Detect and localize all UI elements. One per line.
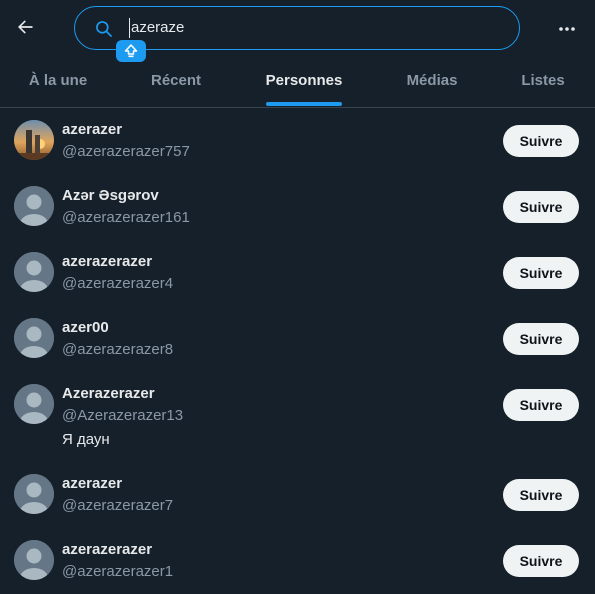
tab-lists[interactable]: Listes <box>506 56 580 108</box>
avatar[interactable] <box>14 540 54 580</box>
user-name: azerazerazer <box>62 541 153 558</box>
default-avatar-icon <box>14 318 54 358</box>
user-cell[interactable]: azerazer @azerazerazer757 Suivre <box>0 108 595 174</box>
text-caret <box>129 18 130 38</box>
user-name: azerazer <box>62 121 123 138</box>
avatar[interactable] <box>14 318 54 358</box>
user-cell[interactable]: azerazer @azerazerazer7 Suivre <box>0 462 595 528</box>
more-horizontal-icon <box>559 27 575 31</box>
arrow-left-icon <box>18 20 33 34</box>
follow-button[interactable]: Suivre <box>503 545 579 577</box>
avatar[interactable] <box>14 384 54 424</box>
follow-button[interactable]: Suivre <box>503 191 579 223</box>
follow-button[interactable]: Suivre <box>503 323 579 355</box>
search-header: azeraze À la une Récent Personnes Médias… <box>0 0 595 108</box>
default-avatar-icon <box>14 540 54 580</box>
user-name: azerazerazer <box>62 253 153 270</box>
active-tab-indicator <box>266 102 342 106</box>
default-avatar-icon <box>14 474 54 514</box>
user-cell[interactable]: Azerazerazer @Azerazerazer13 Я даун Suiv… <box>0 372 595 462</box>
user-cell[interactable]: azerazerazer @azerazerazer1 Suivre <box>0 528 595 594</box>
user-name: azer00 <box>62 319 109 336</box>
default-avatar-icon <box>14 186 54 226</box>
user-handle: @azerazerazer7 <box>62 497 174 514</box>
tab-latest[interactable]: Récent <box>136 56 216 108</box>
follow-button[interactable]: Suivre <box>503 257 579 289</box>
user-handle: @azerazerazer8 <box>62 341 174 358</box>
follow-button[interactable]: Suivre <box>503 389 579 421</box>
follow-button[interactable]: Suivre <box>503 125 579 157</box>
user-handle: @azerazerazer1 <box>62 563 174 580</box>
user-handle: @Azerazerazer13 <box>62 407 184 424</box>
user-handle: @azerazerazer161 <box>62 209 190 226</box>
search-icon <box>96 21 112 37</box>
user-name: Azər Əsgərov <box>62 187 159 204</box>
user-cell[interactable]: azerazerazer @azerazerazer4 Suivre <box>0 240 595 306</box>
follow-button[interactable]: Suivre <box>503 479 579 511</box>
more-options-button[interactable] <box>554 16 580 42</box>
user-name: Azerazerazer <box>62 385 155 402</box>
user-name: azerazer <box>62 475 123 492</box>
user-handle: @azerazerazer757 <box>62 143 190 160</box>
back-button[interactable] <box>12 14 38 40</box>
default-avatar-icon <box>14 252 54 292</box>
tab-people[interactable]: Personnes <box>258 56 350 108</box>
tab-media[interactable]: Médias <box>392 56 472 108</box>
user-handle: @azerazerazer4 <box>62 275 174 292</box>
default-avatar-icon <box>14 384 54 424</box>
user-cell[interactable]: azer00 @azerazerazer8 Suivre <box>0 306 595 372</box>
user-cell[interactable]: Azər Əsgərov @azerazerazer161 Suivre <box>0 174 595 240</box>
avatar[interactable] <box>14 474 54 514</box>
search-tabs: À la une Récent Personnes Médias Listes <box>0 56 595 108</box>
user-bio: Я даун <box>62 431 110 448</box>
avatar[interactable] <box>14 252 54 292</box>
avatar[interactable] <box>14 186 54 226</box>
photo-avatar-icon <box>14 120 54 160</box>
avatar[interactable] <box>14 120 54 160</box>
tab-top[interactable]: À la une <box>18 56 98 108</box>
